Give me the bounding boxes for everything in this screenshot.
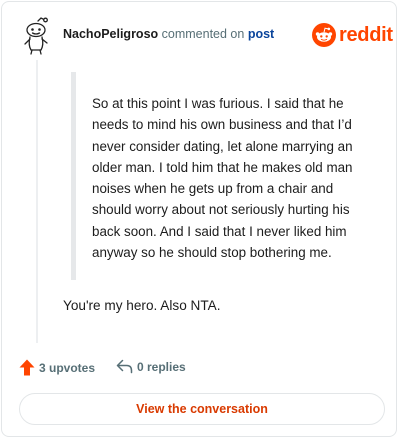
comment-header: NachoPeligroso commented on post xyxy=(63,27,274,41)
reddit-logo[interactable]: reddit xyxy=(312,22,393,48)
reply-count: 0 replies xyxy=(137,359,186,374)
replies-button[interactable]: 0 replies xyxy=(116,359,186,374)
upvote-count: 3 upvotes xyxy=(39,360,96,375)
quoted-text: So at this point I was furious. I said t… xyxy=(92,96,353,261)
view-conversation-button[interactable]: View the conversation xyxy=(19,393,385,425)
action-text: commented on xyxy=(161,27,245,41)
avatar[interactable] xyxy=(20,17,54,55)
view-conversation-label: View the conversation xyxy=(136,402,268,416)
reddit-wordmark: reddit xyxy=(339,24,393,46)
comment-body: You're my hero. Also NTA. xyxy=(63,298,221,313)
comment-embed-card: NachoPeligroso commented on post reddit … xyxy=(1,1,397,437)
username-link[interactable]: NachoPeligroso xyxy=(63,27,158,41)
upvote-button[interactable]: 3 upvotes xyxy=(19,359,95,376)
post-link[interactable]: post xyxy=(248,27,274,41)
upvote-arrow-icon xyxy=(19,359,35,376)
thread-line xyxy=(36,60,38,343)
snoo-avatar-icon xyxy=(24,17,48,55)
reply-arrow-icon xyxy=(116,359,133,374)
quote-bar xyxy=(71,72,76,280)
reddit-snoo-icon xyxy=(312,23,336,47)
